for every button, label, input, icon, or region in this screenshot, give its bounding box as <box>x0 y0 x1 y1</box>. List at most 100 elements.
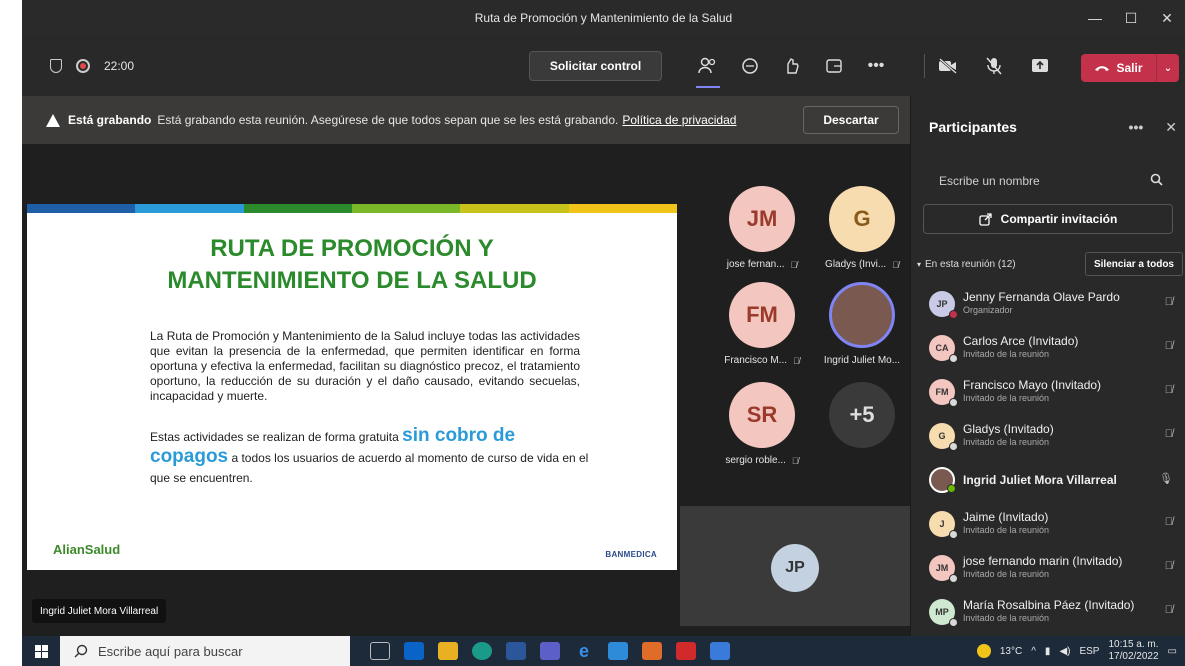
participant-tile-name: sergio roble... 🎙̸ <box>712 455 812 466</box>
avatar: JM <box>729 186 795 252</box>
participant-tile[interactable]: G Gladys (Invi... 🎙̸ <box>812 186 912 270</box>
presence-status-icon <box>949 310 958 319</box>
volume-icon[interactable]: ◀) <box>1059 646 1070 657</box>
participant-name: María Rosalbina Páez (Invitado) <box>963 598 1135 612</box>
participant-name: jose fernando marin (Invitado) <box>963 554 1123 568</box>
acrobat-icon[interactable] <box>676 642 696 660</box>
stripe-segment <box>243 204 352 213</box>
mute-all-button[interactable]: Silenciar a todos <box>1084 252 1183 276</box>
people-icon[interactable] <box>692 50 724 88</box>
p2-before: Estas actividades se realizan de forma g… <box>150 430 399 444</box>
outlook-icon[interactable] <box>404 642 424 660</box>
rooms-icon[interactable] <box>818 50 850 82</box>
avatar: MP <box>929 599 958 627</box>
task-view-icon[interactable] <box>370 642 390 660</box>
close-button[interactable]: ✕ <box>1149 10 1185 27</box>
participant-row[interactable]: J Jaime (Invitado) Invitado de la reunión 🎙… <box>911 502 1185 546</box>
more-options-icon[interactable]: ••• <box>860 50 892 82</box>
maximize-button[interactable]: ☐ <box>1113 10 1149 27</box>
reactions-icon[interactable] <box>776 50 808 82</box>
share-screen-icon[interactable] <box>1024 50 1056 82</box>
taskbar-search[interactable]: Escribe aquí para buscar <box>60 636 350 666</box>
participant-list: JP Jenny Fernanda Olave Pardo Organizador 🎙… <box>911 282 1185 634</box>
tile-name-label: sergio roble... <box>725 455 786 466</box>
avatar: G <box>829 186 895 252</box>
mic-off-icon[interactable] <box>978 50 1010 82</box>
camera-off-icon[interactable] <box>932 50 964 82</box>
mic-off-icon: 🎙̸ <box>1164 516 1173 528</box>
teams-icon[interactable] <box>540 642 560 660</box>
leave-label: Salir <box>1116 61 1143 75</box>
start-button[interactable] <box>22 644 60 658</box>
participant-tile-name: Gladys (Invi... 🎙̸ <box>812 259 912 270</box>
participant-row[interactable]: JP Jenny Fernanda Olave Pardo Organizador 🎙… <box>911 282 1185 326</box>
avatar: JM <box>929 555 958 583</box>
slide-paragraph: La Ruta de Promoción y Mantenimiento de … <box>150 329 580 403</box>
slide-paragraph-2: Estas actividades se realizan de forma g… <box>150 426 590 488</box>
participant-row[interactable]: G Gladys (Invitado) Invitado de la reunión… <box>911 414 1185 458</box>
close-panel-icon[interactable]: ✕ <box>1165 119 1177 136</box>
presence-status-icon <box>949 354 958 363</box>
slide-color-stripe <box>27 204 677 213</box>
phone-hangup-icon <box>1095 66 1110 71</box>
warning-icon <box>46 113 60 127</box>
participant-name: Jaime (Invitado) <box>963 510 1049 524</box>
minimize-button[interactable]: — <box>1077 10 1113 26</box>
participant-row[interactable]: MP María Rosalbina Páez (Invitado) Invitad… <box>911 590 1185 634</box>
mic-off-icon: 🎙̸ <box>1164 604 1173 616</box>
internet-explorer-icon[interactable]: e <box>574 641 594 661</box>
mic-off-icon: 🎙̸ <box>1164 340 1173 352</box>
participant-role: Invitado de la reunión <box>963 437 1050 447</box>
app-icon[interactable] <box>608 642 628 660</box>
participant-row[interactable]: JM jose fernando marin (Invitado) Invitado… <box>911 546 1185 590</box>
meeting-timer: 22:00 <box>104 59 135 73</box>
chevron-down-icon[interactable]: ⌄ <box>1157 63 1179 74</box>
privacy-policy-link[interactable]: Política de privacidad <box>622 113 736 127</box>
language-indicator[interactable]: ESP <box>1079 646 1099 657</box>
stripe-segment <box>27 204 136 213</box>
avatar <box>929 467 956 493</box>
weather-icon[interactable] <box>976 644 991 658</box>
presence-status-icon <box>949 574 958 583</box>
stripe-segment <box>568 204 677 213</box>
recording-icon <box>76 59 90 73</box>
chevron-up-icon[interactable]: ^ <box>1031 646 1036 657</box>
word-icon[interactable] <box>506 642 526 660</box>
participant-tile[interactable]: FM Francisco M... 🎙̸ <box>712 282 812 366</box>
network-icon[interactable]: ▮ <box>1045 646 1051 657</box>
request-control-button[interactable]: Solicitar control <box>529 51 662 81</box>
avatar: G <box>929 423 958 451</box>
more-options-icon[interactable]: ••• <box>1129 119 1144 136</box>
app-icon[interactable] <box>642 642 662 660</box>
meeting-toolbar: 22:00 Solicitar control ••• Salir ⌄ <box>22 36 1185 96</box>
mic-off-icon: 🎙̸ <box>1164 560 1173 572</box>
participant-tile[interactable]: Ingrid Juliet Mo... <box>812 282 912 366</box>
participant-tile[interactable]: JM jose fernan... 🎙̸ <box>712 186 812 270</box>
file-explorer-icon[interactable] <box>438 642 458 660</box>
title-bar: Ruta de Promoción y Mantenimiento de la … <box>22 0 1185 36</box>
photos-icon[interactable] <box>710 642 730 660</box>
participant-tile[interactable]: SR sergio roble... 🎙̸ <box>712 382 812 466</box>
participant-row[interactable]: FM Francisco Mayo (Invitado) Invitado de l… <box>911 370 1185 414</box>
share-invite-button[interactable]: Compartir invitación <box>923 204 1173 234</box>
mic-off-icon: 🎙̸ <box>892 259 899 270</box>
stripe-segment <box>460 204 569 213</box>
edge-icon[interactable] <box>472 642 492 660</box>
tile-name-label: Ingrid Juliet Mo... <box>823 355 901 366</box>
clock[interactable]: 10:15 a. m. 17/02/2022 <box>1108 639 1158 663</box>
participant-search-input[interactable]: Escribe un nombre <box>923 166 1173 196</box>
mic-off-icon: 🎙̸ <box>1164 296 1173 308</box>
chat-icon[interactable] <box>734 50 766 82</box>
participant-name: Carlos Arce (Invitado) <box>963 334 1079 348</box>
participant-tile[interactable]: +5 <box>812 382 912 448</box>
weather-temp[interactable]: 13°C <box>1000 646 1022 657</box>
dismiss-button[interactable]: Descartar <box>803 106 899 134</box>
notifications-icon[interactable]: ▭ <box>1168 646 1177 657</box>
leave-button[interactable]: Salir ⌄ <box>1081 54 1179 82</box>
presence-status-icon <box>949 618 958 627</box>
participant-tile-jp[interactable]: JP <box>680 506 910 626</box>
participant-row[interactable]: CA Carlos Arce (Invitado) Invitado de la r… <box>911 326 1185 370</box>
participant-tile-name: Francisco M... 🎙̸ <box>712 355 812 366</box>
in-meeting-header[interactable]: ▾ En esta reunión (12) Silenciar a todos <box>911 252 1185 276</box>
participant-row[interactable]: Ingrid Juliet Mora Villarreal 🎙 <box>911 458 1185 502</box>
